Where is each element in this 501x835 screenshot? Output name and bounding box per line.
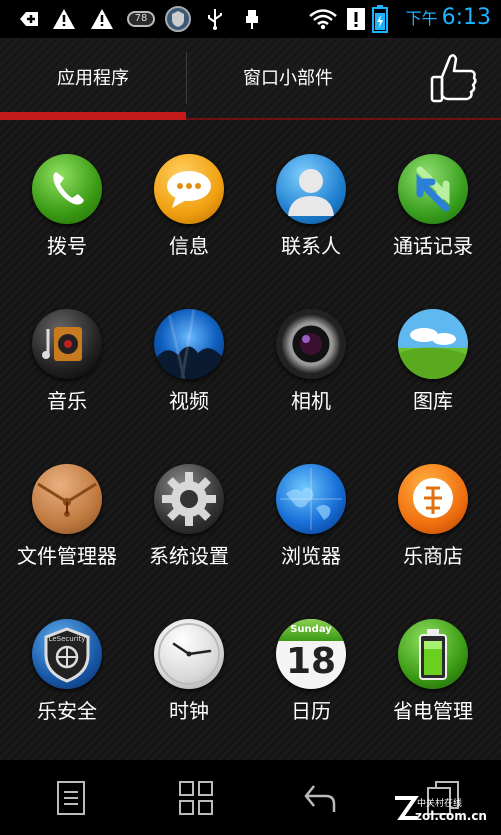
active-tab-indicator xyxy=(0,112,186,120)
camera-icon xyxy=(276,309,346,379)
app-label: 省电管理 xyxy=(393,699,473,723)
watermark-line1: 中关村在线 xyxy=(417,799,463,809)
app-label: 相机 xyxy=(291,389,331,413)
app-label: 日历 xyxy=(291,699,331,723)
app-security[interactable]: LeSecurity 乐安全 xyxy=(6,585,128,725)
app-video[interactable]: 视频 xyxy=(128,275,250,415)
app-label: 时钟 xyxy=(169,699,209,723)
file-manager-icon xyxy=(32,464,102,534)
app-call-log[interactable]: 通话记录 xyxy=(372,120,494,260)
store-icon xyxy=(398,464,468,534)
app-music[interactable]: 音乐 xyxy=(6,275,128,415)
app-label: 信息 xyxy=(169,234,209,258)
battery-icon xyxy=(372,5,388,33)
usb-debug-icon xyxy=(244,8,260,30)
warning-icon xyxy=(90,8,114,30)
app-contacts[interactable]: 联系人 xyxy=(250,120,372,260)
security-icon: LeSecurity xyxy=(32,619,102,689)
phone-icon xyxy=(32,154,102,224)
tab-widgets[interactable]: 窗口小部件 xyxy=(188,38,388,116)
app-label: 通话记录 xyxy=(393,234,473,258)
menu-icon[interactable] xyxy=(52,778,92,818)
watermark-line2: zol.com.cn xyxy=(415,809,487,823)
tab-bar: 应用程序 窗口小部件 xyxy=(0,38,501,120)
status-time: 下午 6:13 xyxy=(406,5,491,30)
app-camera[interactable]: 相机 xyxy=(250,275,372,415)
app-label: 视频 xyxy=(169,389,209,413)
call-log-icon xyxy=(398,154,468,224)
warning-icon xyxy=(347,8,365,30)
battery-78-icon: 78 xyxy=(126,8,156,30)
status-time-value: 6:13 xyxy=(441,5,491,30)
gallery-icon xyxy=(398,309,468,379)
power-manager-icon xyxy=(398,619,468,689)
usb-icon xyxy=(206,8,224,30)
calendar-day-name: Sunday xyxy=(290,624,332,635)
video-icon xyxy=(154,309,224,379)
app-label: 浏览器 xyxy=(281,544,341,568)
app-label: 图库 xyxy=(413,389,453,413)
app-messages[interactable]: 信息 xyxy=(128,120,250,260)
app-clock[interactable]: 时钟 xyxy=(128,585,250,725)
app-gallery[interactable]: 图库 xyxy=(372,275,494,415)
app-power-manager[interactable]: 省电管理 xyxy=(372,585,494,725)
app-label: 乐商店 xyxy=(403,544,463,568)
app-calendar[interactable]: Sunday 18 日历 xyxy=(250,585,372,725)
browser-icon xyxy=(276,464,346,534)
app-grid-icon[interactable] xyxy=(176,778,216,818)
security-shield-text: LeSecurity xyxy=(49,635,86,643)
watermark: 中关村在线 zol.com.cn xyxy=(393,790,493,830)
app-store[interactable]: 乐商店 xyxy=(372,430,494,570)
contacts-icon xyxy=(276,154,346,224)
calendar-day-number: 18 xyxy=(285,641,337,682)
app-file-manager[interactable]: 文件管理器 xyxy=(6,430,128,570)
tab-divider xyxy=(186,52,187,104)
security-shield-icon xyxy=(165,5,191,33)
app-dialer[interactable]: 拨号 xyxy=(6,120,128,260)
wifi-icon xyxy=(308,8,338,30)
message-icon xyxy=(154,154,224,224)
clock-icon xyxy=(154,619,224,689)
app-label: 系统设置 xyxy=(149,544,229,568)
app-browser[interactable]: 浏览器 xyxy=(250,430,372,570)
thumbs-up-icon[interactable] xyxy=(428,51,480,107)
add-icon xyxy=(18,8,40,30)
app-grid: 拨号 信息 联系人 通话记录 音乐 视频 相机 图库 文件管理器 系统设置 浏览… xyxy=(0,120,501,760)
battery-78-label: 78 xyxy=(127,11,155,27)
back-icon[interactable] xyxy=(300,778,340,818)
calendar-icon: Sunday 18 xyxy=(276,619,346,689)
app-settings[interactable]: 系统设置 xyxy=(128,430,250,570)
status-bar: 78 下午 6:13 xyxy=(0,0,501,38)
settings-icon xyxy=(154,464,224,534)
app-label: 联系人 xyxy=(281,234,341,258)
warning-icon xyxy=(52,8,76,30)
status-time-ampm: 下午 xyxy=(405,9,438,28)
music-icon xyxy=(32,309,102,379)
tab-apps[interactable]: 应用程序 xyxy=(0,38,186,116)
